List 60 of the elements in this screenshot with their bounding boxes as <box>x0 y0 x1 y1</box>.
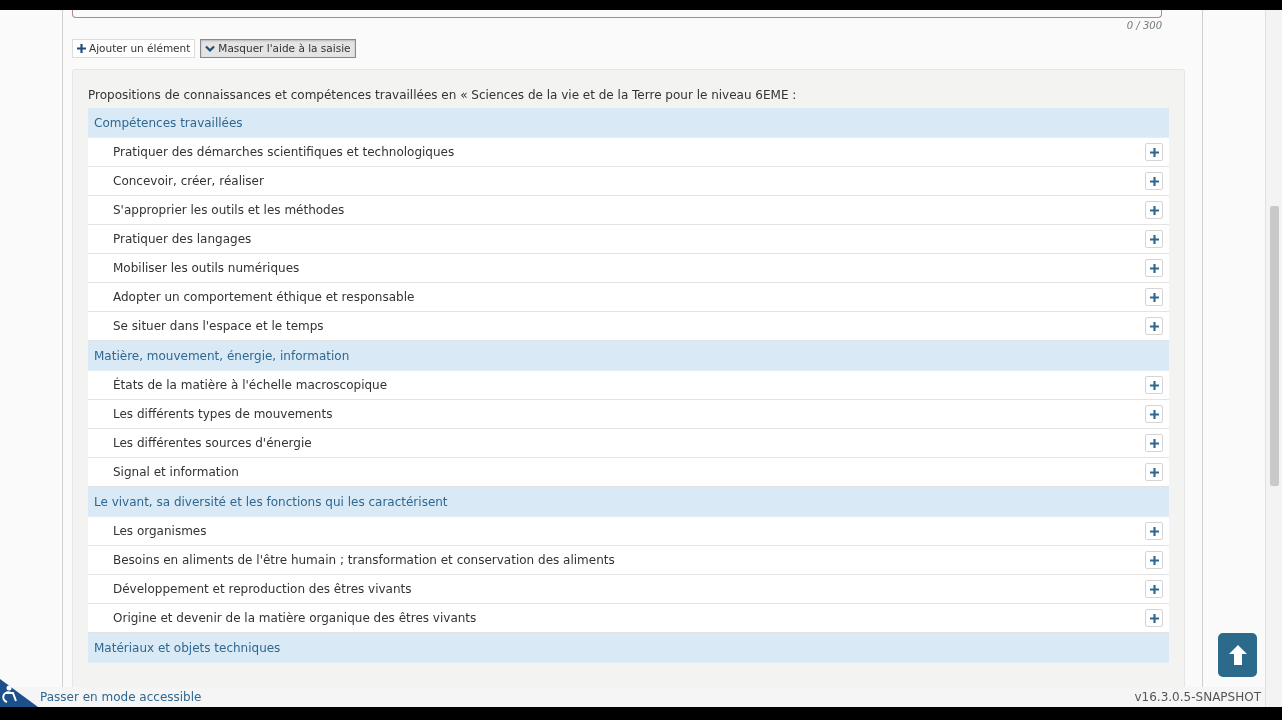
competence-item: Mobiliser les outils numériques <box>113 260 301 277</box>
plus-icon <box>1149 526 1159 536</box>
add-button[interactable] <box>1145 522 1163 540</box>
add-button[interactable] <box>1145 201 1163 219</box>
add-button[interactable] <box>1145 609 1163 627</box>
scrollbar[interactable] <box>1265 10 1282 707</box>
add-button[interactable] <box>1145 551 1163 569</box>
plus-icon <box>77 44 86 53</box>
plus-icon <box>1149 467 1159 477</box>
add-button[interactable] <box>1145 288 1163 306</box>
group-header: Compétences travaillées <box>88 108 1169 138</box>
add-button[interactable] <box>1145 463 1163 481</box>
group-header: Matériaux et objets techniques <box>88 633 1169 663</box>
competence-item: Besoins en aliments de l'être humain ; transformation et conservation des aliments <box>113 552 616 569</box>
add-button[interactable] <box>1145 580 1163 598</box>
competence-item: Concevoir, créer, réaliser <box>113 173 265 190</box>
competence-item: S'approprier les outils et les méthodes <box>113 202 346 219</box>
plus-icon <box>1149 613 1159 623</box>
add-button[interactable] <box>1145 317 1163 335</box>
toolbar-button[interactable]: Ajouter un élément <box>72 39 196 58</box>
group-header: Le vivant, sa diversité et les fonctions qui les caractérisent <box>88 487 1169 517</box>
chevron-down-icon <box>205 44 216 53</box>
competence-item: Se situer dans l'espace et le temps <box>113 318 325 335</box>
add-button[interactable] <box>1145 259 1163 277</box>
scrollbar-thumb[interactable] <box>1269 206 1279 486</box>
add-button[interactable] <box>1145 434 1163 452</box>
competence-item: Pratiquer des démarches scientifiques et technologiques <box>113 144 456 161</box>
competence-item: Pratiquer des langages <box>113 231 253 248</box>
competence-item: Les organismes <box>113 523 208 540</box>
character-counter: 0 / 300 <box>1126 19 1162 33</box>
competence-item: Signal et information <box>113 464 240 481</box>
plus-icon <box>1149 263 1159 273</box>
help-heading: Propositions de connaissances et compétences travaillées en « Sciences de la vie et de la Terre pour le niveau 6EME : <box>88 87 798 103</box>
competence-item: États de la matière à l'échelle macroscopique <box>113 376 389 394</box>
toolbar-button[interactable]: Masquer l'aide à la saisie <box>200 39 356 58</box>
version-label: v16.3.0.5-SNAPSHOT <box>1134 689 1261 706</box>
plus-icon <box>1149 584 1159 594</box>
plus-icon <box>1149 321 1159 331</box>
plus-icon <box>1149 555 1159 565</box>
plus-icon <box>1149 234 1159 244</box>
scroll-to-top-button[interactable] <box>1218 633 1257 677</box>
plus-icon <box>1149 409 1159 419</box>
plus-icon <box>1149 176 1159 186</box>
plus-icon <box>1149 380 1159 390</box>
group-header: Matière, mouvement, énergie, information <box>88 341 1169 371</box>
plus-icon <box>1149 438 1159 448</box>
add-button[interactable] <box>1145 405 1163 423</box>
competence-item: Origine et devenir de la matière organique des êtres vivants <box>113 610 478 627</box>
accessible-mode-link[interactable]: Passer en mode accessible <box>40 688 202 706</box>
add-button[interactable] <box>1145 376 1163 394</box>
competence-item: Les différents types de mouvements <box>113 406 334 423</box>
competence-item: Développement et reproduction des êtres vivants <box>113 581 413 598</box>
competence-item: Les différentes sources d'énergie <box>113 435 313 452</box>
add-button[interactable] <box>1145 230 1163 248</box>
plus-icon <box>1149 205 1159 215</box>
add-button[interactable] <box>1145 172 1163 190</box>
add-button[interactable] <box>1145 143 1163 161</box>
plus-icon <box>1149 147 1159 157</box>
plus-icon <box>1149 292 1159 302</box>
competence-item: Adopter un comportement éthique et responsable <box>113 289 416 306</box>
